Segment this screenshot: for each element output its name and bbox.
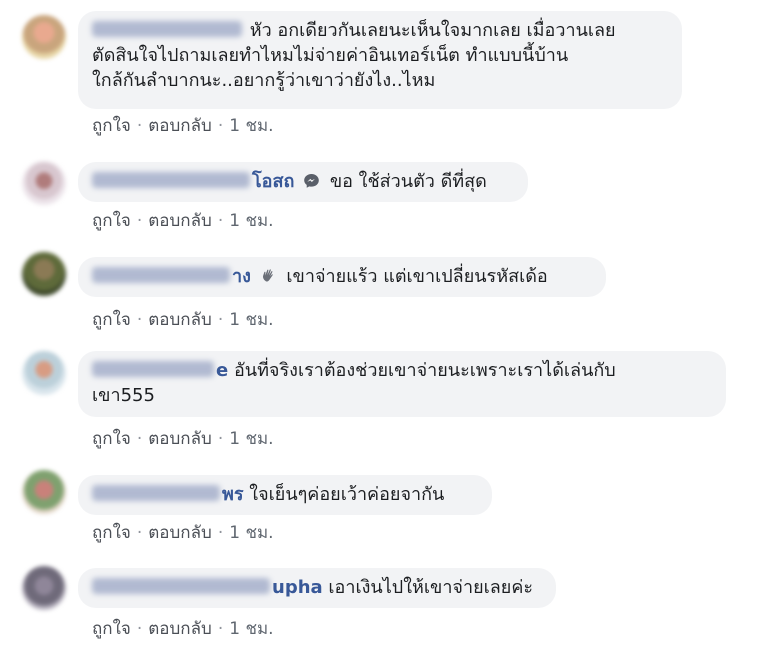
comment-text: ตัดสินใจไปถามเลยทำไหมไม่จ่ายค่าอินเทอร์เ… [92,45,569,66]
messenger-icon [304,173,319,188]
reply-link[interactable]: ตอบกลับ [148,116,212,136]
separator-dot: · [136,211,143,231]
like-link[interactable]: ถูกใจ [92,429,131,449]
comment-text: เขา555 [92,385,155,406]
commenter-name[interactable]: าง [232,266,251,287]
avatar[interactable] [22,15,66,59]
commenter-name[interactable]: พร [222,484,244,505]
commenter-name-blurred[interactable] [92,485,220,501]
separator-dot: · [136,523,143,543]
timestamp[interactable]: 1 ชม. [229,116,273,136]
timestamp[interactable]: 1 ชม. [229,523,273,543]
comment-text: ใกล้กันลำบากนะ..อยากรู้ว่าเขาว่ายังไง..ไ… [92,70,436,91]
separator-dot: · [217,429,224,449]
commenter-name-blurred[interactable] [92,172,250,188]
comment-bubble: upha เอาเงินไปให้เขาจ่ายเลยค่ะ [78,568,556,608]
comment-bubble: พร ใจเย็นๆค่อยเว้าค่อยจากัน [78,475,492,515]
like-link[interactable]: ถูกใจ [92,619,131,639]
comment-actions: ถูกใจ · ตอบกลับ · 1 ชม. [92,115,274,137]
avatar[interactable] [22,161,66,205]
separator-dot: · [136,116,143,136]
timestamp[interactable]: 1 ชม. [229,211,273,231]
reply-link[interactable]: ตอบกลับ [148,429,212,449]
separator-dot: · [136,429,143,449]
comment-bubble: หัว อกเดียวกันเลยนะเห็นใจมากเลย เมื่อวาน… [78,11,682,109]
waving-hand-icon [262,269,273,282]
reply-link[interactable]: ตอบกลับ [148,619,212,639]
commenter-name-blurred[interactable] [92,267,230,283]
comment-actions: ถูกใจ · ตอบกลับ · 1 ชม. [92,522,274,544]
commenter-name[interactable]: upha [272,577,323,598]
timestamp[interactable]: 1 ชม. [229,619,273,639]
separator-dot: · [136,310,143,330]
comment-actions: ถูกใจ · ตอบกลับ · 1 ชม. [92,309,274,331]
comment-actions: ถูกใจ · ตอบกลับ · 1 ชม. [92,428,274,450]
reply-link[interactable]: ตอบกลับ [148,211,212,231]
comment-bubble: e อันที่จริงเราต้องช่วยเขาจ่ายนะเพราะเรา… [78,351,726,417]
separator-dot: · [217,310,224,330]
separator-dot: · [217,523,224,543]
timestamp[interactable]: 1 ชม. [229,310,273,330]
comment-text: ใจเย็นๆค่อยเว้าค่อยจากัน [249,484,445,505]
commenter-name[interactable]: โอสถ [252,171,294,192]
like-link[interactable]: ถูกใจ [92,310,131,330]
comment-actions: ถูกใจ · ตอบกลับ · 1 ชม. [92,618,274,640]
avatar[interactable] [22,351,66,395]
comment-text: เอาเงินไปให้เขาจ่ายเลยค่ะ [328,577,534,598]
separator-dot: · [217,619,224,639]
comment-actions: ถูกใจ · ตอบกลับ · 1 ชม. [92,210,274,232]
commenter-name[interactable]: e [216,360,228,381]
like-link[interactable]: ถูกใจ [92,211,131,231]
reply-link[interactable]: ตอบกลับ [148,310,212,330]
comment-bubble: โอสถ ขอ ใช้ส่วนตัว ดีที่สุด [78,162,528,202]
separator-dot: · [217,116,224,136]
comment-text: หัว อกเดียวกันเลยนะเห็นใจมากเลย เมื่อวาน… [249,20,616,41]
comment-text: อันที่จริงเราต้องช่วยเขาจ่ายนะเพราะเราได… [233,360,616,381]
comment-bubble: าง เขาจ่ายแร้ว แต่เขาเปลี่ยนรหัสเด้อ [78,257,606,297]
like-link[interactable]: ถูกใจ [92,116,131,136]
reply-link[interactable]: ตอบกลับ [148,523,212,543]
comment-text: ขอ ใช้ส่วนตัว ดีที่สุด [329,171,487,192]
commenter-name-blurred[interactable] [92,578,270,594]
timestamp[interactable]: 1 ชม. [229,429,273,449]
avatar[interactable] [22,470,66,514]
separator-dot: · [136,619,143,639]
avatar[interactable] [22,566,66,610]
separator-dot: · [217,211,224,231]
commenter-name[interactable] [92,21,242,37]
avatar[interactable] [22,252,66,296]
comment-text: เขาจ่ายแร้ว แต่เขาเปลี่ยนรหัสเด้อ [286,266,548,287]
commenter-name-blurred[interactable] [92,361,214,377]
like-link[interactable]: ถูกใจ [92,523,131,543]
